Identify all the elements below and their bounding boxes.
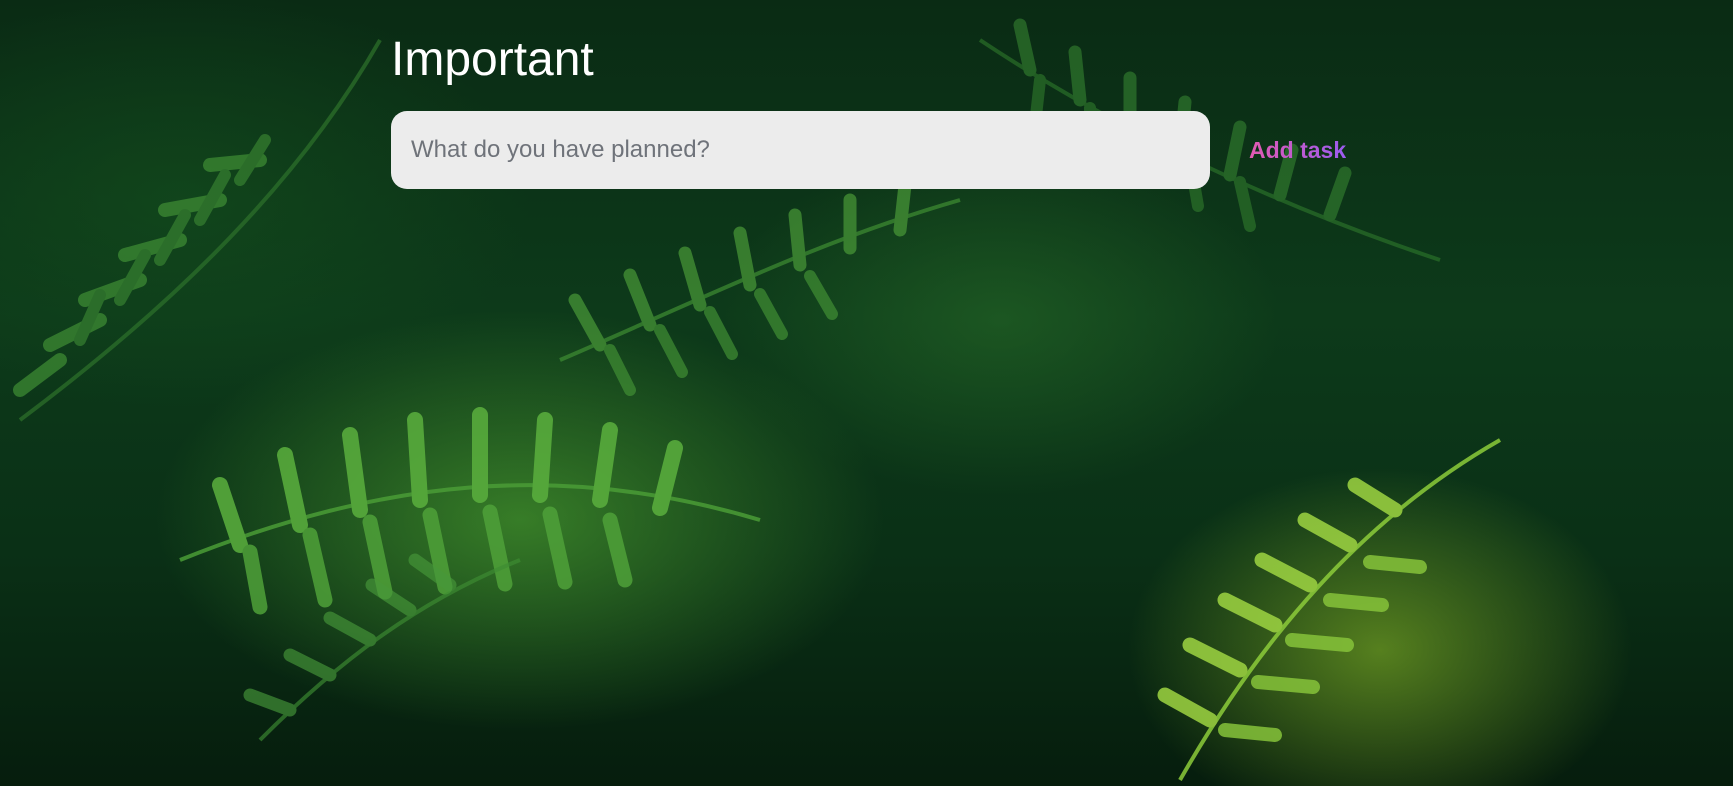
add-task-button-label: Add task <box>1249 136 1347 163</box>
task-input[interactable] <box>391 111 1210 189</box>
app-root: Important Add task <box>0 0 1733 786</box>
add-task-button[interactable]: Add task <box>1237 131 1358 169</box>
page-title: Important <box>391 33 594 86</box>
fern-frond-upper-middle <box>559 178 961 396</box>
fern-frond-center <box>179 407 761 615</box>
add-task-form: Add task <box>391 111 1351 189</box>
fern-frond-lower-left <box>243 553 521 742</box>
fern-frond-left <box>13 39 382 422</box>
fern-frond-right-bright <box>1157 438 1501 781</box>
